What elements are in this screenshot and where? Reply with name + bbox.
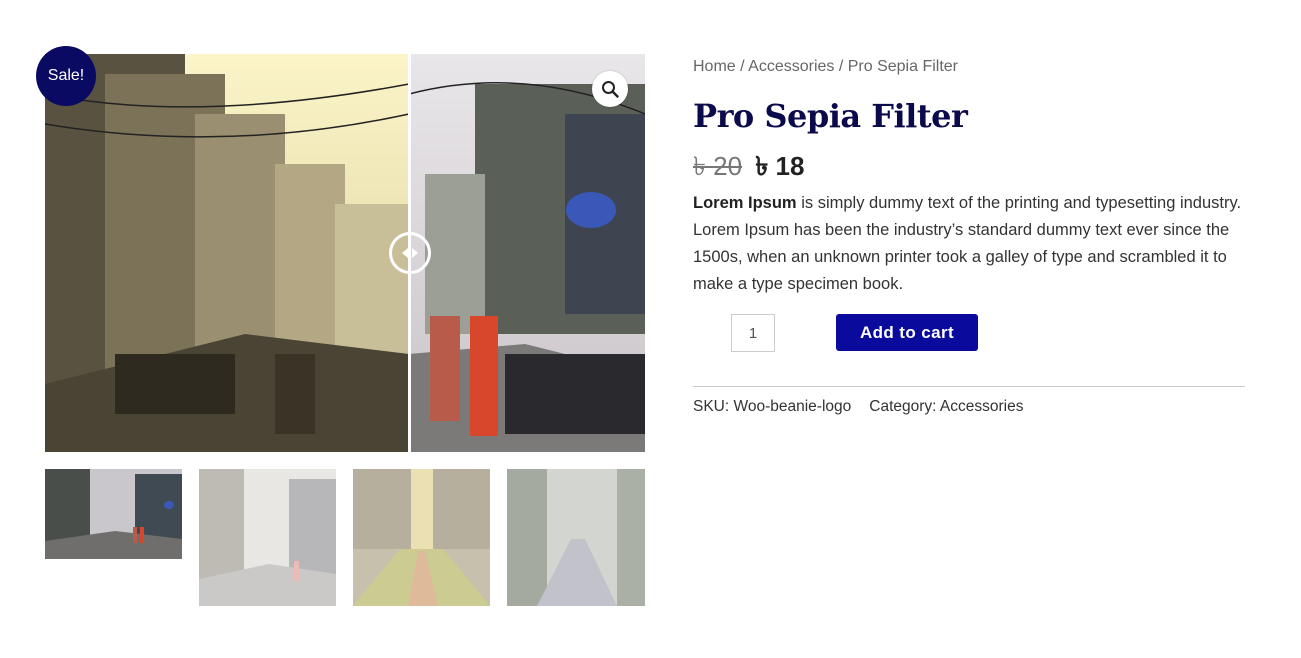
breadcrumb-home-link[interactable]: Home [693, 58, 736, 75]
arrow-right-icon [412, 248, 418, 258]
gallery-thumbnail-3[interactable] [353, 469, 490, 606]
sale-badge: Sale! [36, 46, 96, 106]
compare-slider-handle-icon[interactable] [389, 232, 431, 274]
product-summary: Home / Accessories / Pro Sepia Filter Pr… [693, 56, 1245, 364]
product-short-description: Lorem Ipsum is simply dummy text of the … [693, 190, 1245, 298]
search-icon [602, 81, 619, 98]
gallery-thumbnail-4[interactable] [507, 469, 645, 606]
description-bold: Lorem Ipsum [693, 194, 797, 212]
category-label: Category: [869, 398, 940, 415]
product-price: ৳ 20 ৳ 18 [693, 150, 1245, 182]
breadcrumb-category-link[interactable]: Accessories [748, 58, 834, 75]
quantity-input[interactable] [731, 314, 775, 352]
breadcrumb: Home / Accessories / Pro Sepia Filter [693, 56, 1245, 78]
product-meta: SKU: Woo-beanie-logo Category: Accessorie… [693, 398, 1023, 416]
arrow-left-icon [402, 248, 408, 258]
product-title: Pro Sepia Filter [693, 97, 968, 135]
sku-label: SKU: [693, 398, 734, 415]
breadcrumb-current: Pro Sepia Filter [847, 58, 958, 75]
add-to-cart-button[interactable]: Add to cart [836, 314, 978, 351]
category-link[interactable]: Accessories [940, 398, 1024, 415]
add-to-cart-form: Add to cart [693, 314, 1245, 364]
zoom-button[interactable] [592, 71, 628, 107]
sku-value: Woo-beanie-logo [733, 398, 852, 415]
gallery-thumbnail-1[interactable] [45, 469, 182, 559]
product-main-image[interactable] [45, 54, 645, 452]
price-sale: ৳ 18 [755, 151, 805, 181]
meta-divider [693, 386, 1245, 387]
breadcrumb-separator: / [834, 58, 848, 75]
product-page: Sale! Home / Accessories / Pro Sepia Fil… [0, 0, 1301, 658]
gallery-thumbnail-2[interactable] [199, 469, 336, 606]
price-original: ৳ 20 [693, 151, 743, 181]
breadcrumb-separator: / [735, 58, 749, 75]
